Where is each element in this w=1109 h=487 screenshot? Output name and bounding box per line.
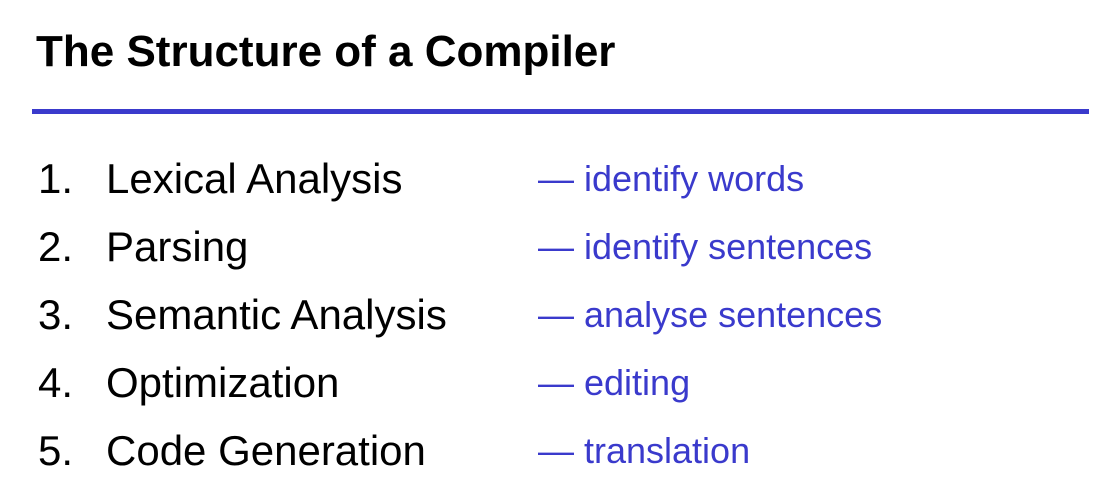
item-number: 4. — [38, 359, 74, 406]
item-number: 2. — [38, 223, 74, 270]
item-label: Code Generation — [106, 427, 426, 474]
item-description: — analyse sentences — [538, 294, 883, 335]
title-divider — [32, 109, 1089, 114]
item-number: 3. — [38, 291, 74, 338]
list-item: 3. Semantic Analysis — analyse sentences — [0, 282, 1109, 350]
slide-title: The Structure of a Compiler — [36, 27, 616, 76]
item-number: 1. — [38, 155, 74, 202]
item-description: — identify sentences — [538, 226, 873, 267]
list-item: 1. Lexical Analysis — identify words — [0, 146, 1109, 214]
slide: The Structure of a Compiler 1. Lexical A… — [0, 0, 1109, 487]
item-description: — identify words — [538, 158, 805, 199]
item-description: — translation — [538, 430, 751, 471]
list-item: 4. Optimization — editing — [0, 350, 1109, 418]
item-label: Semantic Analysis — [106, 291, 447, 338]
list-item: 2. Parsing — identify sentences — [0, 214, 1109, 282]
item-label: Parsing — [106, 223, 249, 270]
list-item: 5. Code Generation — translation — [0, 418, 1109, 486]
item-label: Optimization — [106, 359, 340, 406]
item-description: — editing — [538, 362, 691, 403]
item-label: Lexical Analysis — [106, 155, 403, 202]
compiler-phase-list: 1. Lexical Analysis — identify words 2. … — [0, 146, 1109, 486]
item-number: 5. — [38, 427, 74, 474]
